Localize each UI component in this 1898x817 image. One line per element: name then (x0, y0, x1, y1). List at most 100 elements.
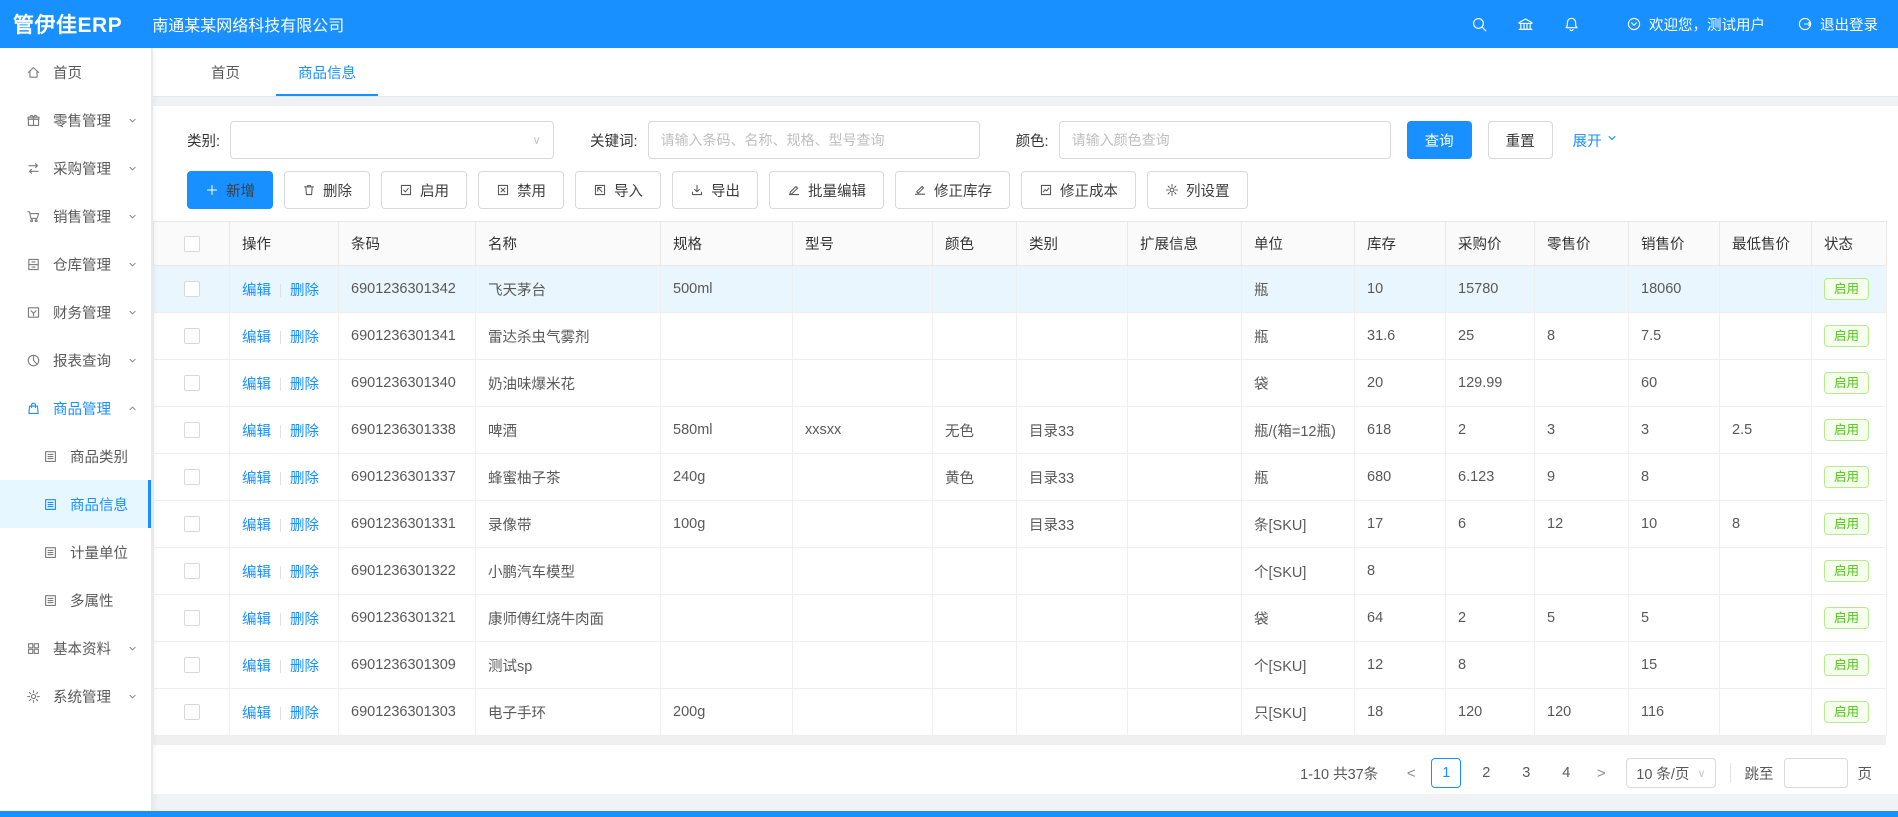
edit-link[interactable]: 编辑 (242, 377, 271, 393)
edit-link[interactable]: 编辑 (242, 565, 271, 581)
sidebar-item-measure-unit[interactable]: 计量单位 (0, 528, 151, 576)
sidebar-item-finance[interactable]: 财务管理 (0, 288, 151, 336)
welcome-text: 欢迎您，测试用户 (1649, 14, 1765, 35)
sidebar-item-sales[interactable]: 销售管理 (0, 192, 151, 240)
toolbar-button-删除[interactable]: 删除 (284, 171, 370, 209)
toolbar-button-禁用[interactable]: 禁用 (478, 171, 564, 209)
reset-button[interactable]: 重置 (1488, 121, 1553, 159)
delete-link[interactable]: 删除 (290, 565, 319, 581)
cell-spec: 500ml (661, 266, 793, 313)
tab-商品信息[interactable]: 商品信息 (276, 48, 378, 96)
page-button-4[interactable]: 4 (1551, 758, 1581, 788)
next-page-button[interactable]: > (1586, 758, 1616, 788)
toolbar-button-修正库存[interactable]: 修正库存 (895, 171, 1010, 209)
chevron-down-icon (1606, 132, 1618, 148)
row-checkbox[interactable] (184, 375, 200, 391)
cell-retail (1535, 266, 1629, 313)
column-header-销售价: 销售价 (1629, 222, 1720, 266)
expand-link[interactable]: 展开 (1573, 130, 1618, 151)
toolbar-button-导出[interactable]: 导出 (672, 171, 758, 209)
sidebar-item-purchase[interactable]: 采购管理 (0, 144, 151, 192)
page-button-1[interactable]: 1 (1431, 758, 1461, 788)
toolbar-button-新增[interactable]: 新增 (187, 171, 273, 209)
delete-link[interactable]: 删除 (290, 377, 319, 393)
keyword-input[interactable] (648, 121, 980, 159)
bank-icon-button[interactable] (1502, 0, 1548, 48)
row-checkbox[interactable] (184, 516, 200, 532)
sidebar-item-label: 采购管理 (53, 158, 111, 179)
row-checkbox[interactable] (184, 563, 200, 579)
select-all-checkbox[interactable] (184, 236, 200, 252)
row-checkbox[interactable] (184, 281, 200, 297)
color-input[interactable] (1059, 121, 1391, 159)
tab-label: 商品信息 (298, 62, 356, 83)
category-select[interactable]: ∨ (230, 121, 554, 159)
edit-link[interactable]: 编辑 (242, 706, 271, 722)
row-checkbox[interactable] (184, 469, 200, 485)
sidebar-item-multi-attribute[interactable]: 多属性 (0, 576, 151, 624)
welcome-user[interactable]: 欢迎您，测试用户 (1626, 14, 1765, 35)
search-button[interactable]: 查询 (1407, 121, 1472, 159)
tab-首页[interactable]: 首页 (189, 48, 262, 96)
delete-link[interactable]: 删除 (290, 518, 319, 534)
cell-min_price (1720, 689, 1812, 736)
chevron-down-icon (127, 643, 138, 654)
cell-stock: 18 (1355, 689, 1446, 736)
row-checkbox[interactable] (184, 328, 200, 344)
sidebar-item-home[interactable]: 首页 (0, 48, 151, 96)
toolbar-button-列设置[interactable]: 列设置 (1147, 171, 1248, 209)
row-checkbox[interactable] (184, 610, 200, 626)
delete-link[interactable]: 删除 (290, 612, 319, 628)
edit-link[interactable]: 编辑 (242, 330, 271, 346)
horizontal-scrollbar[interactable] (153, 736, 1886, 745)
search-icon-button[interactable] (1456, 0, 1502, 48)
edit-link[interactable]: 编辑 (242, 518, 271, 534)
sidebar-item-retail[interactable]: 零售管理 (0, 96, 151, 144)
sidebar-item-product[interactable]: 商品管理 (0, 384, 151, 432)
delete-link[interactable]: 删除 (290, 424, 319, 440)
delete-link[interactable]: 删除 (290, 283, 319, 299)
delete-link[interactable]: 删除 (290, 330, 319, 346)
table-row: 编辑删除6901236301341雷达杀虫气雾剂瓶31.62587.5启用 (154, 313, 1887, 360)
toolbar-button-修正成本[interactable]: 修正成本 (1021, 171, 1136, 209)
page-size-select[interactable]: 10 条/页 ∨ (1626, 758, 1715, 788)
edit-link[interactable]: 编辑 (242, 283, 271, 299)
column-header-类别: 类别 (1017, 222, 1128, 266)
page-button-2[interactable]: 2 (1471, 758, 1501, 788)
row-actions-cell: 编辑 删除 (230, 360, 339, 407)
jump-page-input[interactable] (1784, 758, 1848, 788)
action-divider (280, 660, 281, 673)
cell-stock: 10 (1355, 266, 1446, 313)
prev-page-button[interactable]: < (1396, 758, 1426, 788)
sidebar-item-product-category[interactable]: 商品类别 (0, 432, 151, 480)
edit-link[interactable]: 编辑 (242, 612, 271, 628)
action-divider (280, 472, 281, 485)
sidebar-item-warehouse[interactable]: 仓库管理 (0, 240, 151, 288)
delete-link[interactable]: 删除 (290, 706, 319, 722)
toolbar-button-启用[interactable]: 启用 (381, 171, 467, 209)
toolbar-button-批量编辑[interactable]: 批量编辑 (769, 171, 884, 209)
row-checkbox[interactable] (184, 657, 200, 673)
delete-link[interactable]: 删除 (290, 659, 319, 675)
sidebar-item-label: 系统管理 (53, 686, 111, 707)
row-checkbox[interactable] (184, 422, 200, 438)
row-checkbox[interactable] (184, 704, 200, 720)
edit-link[interactable]: 编辑 (242, 659, 271, 675)
table-row: 编辑删除6901236301331录像带100g目录33条[SKU]176121… (154, 501, 1887, 548)
edit-link[interactable]: 编辑 (242, 471, 271, 487)
status-badge: 启用 (1824, 513, 1869, 535)
logout-icon (1797, 16, 1813, 32)
sidebar-item-system[interactable]: 系统管理 (0, 672, 151, 720)
column-header-操作: 操作 (230, 222, 339, 266)
logout-button[interactable]: 退出登录 (1797, 14, 1878, 35)
sidebar-item-report[interactable]: 报表查询 (0, 336, 151, 384)
cell-sale: 8 (1629, 454, 1720, 501)
page-button-3[interactable]: 3 (1511, 758, 1541, 788)
toolbar-button-导入[interactable]: 导入 (575, 171, 661, 209)
sidebar-item-product-info[interactable]: 商品信息 (0, 480, 151, 528)
delete-link[interactable]: 删除 (290, 471, 319, 487)
bell-icon-button[interactable] (1548, 0, 1594, 48)
edit-link[interactable]: 编辑 (242, 424, 271, 440)
sidebar-item-basic-data[interactable]: 基本资料 (0, 624, 151, 672)
bank-icon (1517, 16, 1534, 33)
